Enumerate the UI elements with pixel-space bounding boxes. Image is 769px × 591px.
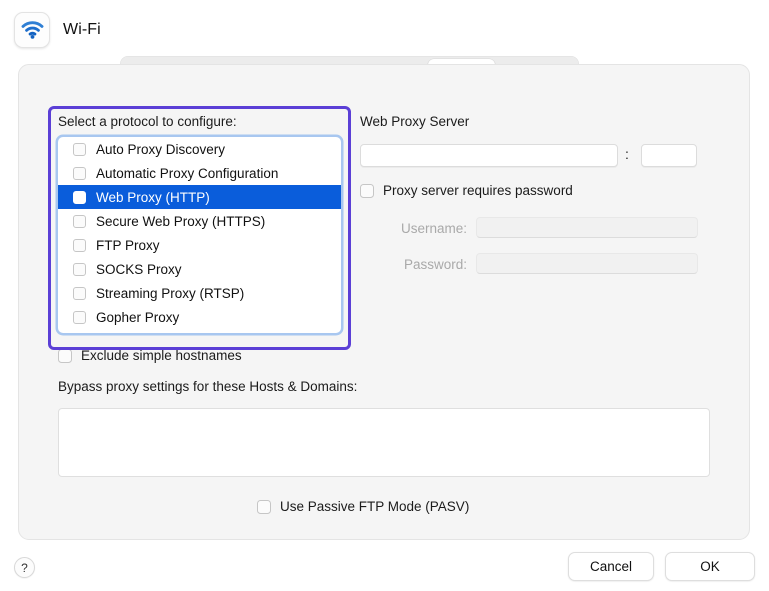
wifi-icon <box>14 12 50 48</box>
checkbox-streaming-proxy-rtsp[interactable] <box>73 287 86 300</box>
requires-password-label: Proxy server requires password <box>383 183 573 198</box>
list-item-label: Web Proxy (HTTP) <box>96 190 210 205</box>
bypass-textarea[interactable] <box>58 408 710 477</box>
cancel-button[interactable]: Cancel <box>568 552 654 581</box>
list-item-label: SOCKS Proxy <box>96 262 182 277</box>
bypass-label: Bypass proxy settings for these Hosts & … <box>58 379 357 394</box>
proxy-host-input[interactable] <box>360 144 618 167</box>
host-port-separator: : <box>625 146 629 162</box>
checkbox-passive-ftp-mode[interactable] <box>257 500 271 514</box>
list-item-label: FTP Proxy <box>96 238 160 253</box>
password-label: Password: <box>330 257 467 272</box>
list-item-label: Automatic Proxy Configuration <box>96 166 278 181</box>
protocol-list-label: Select a protocol to configure: <box>58 114 237 129</box>
list-item-label: Gopher Proxy <box>96 310 179 325</box>
proxies-settings-window: Wi-Fi Wi-Fi TCP/IP DNS WINS 802.1X Proxi… <box>0 0 769 591</box>
list-item[interactable]: Auto Proxy Discovery <box>58 137 341 161</box>
list-item[interactable]: SOCKS Proxy <box>58 257 341 281</box>
proxy-port-input[interactable] <box>641 144 697 167</box>
list-item-label: Auto Proxy Discovery <box>96 142 225 157</box>
help-button[interactable]: ? <box>14 557 35 578</box>
checkbox-gopher-proxy[interactable] <box>73 311 86 324</box>
list-item-label: Secure Web Proxy (HTTPS) <box>96 214 265 229</box>
passive-ftp-label: Use Passive FTP Mode (PASV) <box>280 499 469 514</box>
checkbox-auto-proxy-discovery[interactable] <box>73 143 86 156</box>
list-item[interactable]: Streaming Proxy (RTSP) <box>58 281 341 305</box>
list-item-selected[interactable]: Web Proxy (HTTP) <box>58 185 341 209</box>
exclude-simple-hostnames-row[interactable]: Exclude simple hostnames <box>58 348 242 363</box>
page-title: Wi-Fi <box>63 21 101 39</box>
list-item[interactable]: Gopher Proxy <box>58 305 341 329</box>
list-item-label: Streaming Proxy (RTSP) <box>96 286 244 301</box>
checkbox-ftp-proxy[interactable] <box>73 239 86 252</box>
exclude-simple-hostnames-label: Exclude simple hostnames <box>81 348 242 363</box>
protocol-list[interactable]: Auto Proxy Discovery Automatic Proxy Con… <box>58 137 341 333</box>
requires-password-row[interactable]: Proxy server requires password <box>360 183 573 198</box>
username-label: Username: <box>330 221 467 236</box>
checkbox-automatic-proxy-configuration[interactable] <box>73 167 86 180</box>
checkbox-socks-proxy[interactable] <box>73 263 86 276</box>
ok-button[interactable]: OK <box>665 552 755 581</box>
checkbox-secure-web-proxy-https[interactable] <box>73 215 86 228</box>
checkbox-web-proxy-http[interactable] <box>73 191 86 204</box>
window-header: Wi-Fi <box>14 12 101 48</box>
passive-ftp-row[interactable]: Use Passive FTP Mode (PASV) <box>257 499 469 514</box>
web-proxy-server-title: Web Proxy Server <box>360 114 469 129</box>
password-field[interactable] <box>476 253 698 274</box>
checkbox-requires-password[interactable] <box>360 184 374 198</box>
username-field[interactable] <box>476 217 698 238</box>
checkbox-exclude-simple-hostnames[interactable] <box>58 349 72 363</box>
list-item[interactable]: Secure Web Proxy (HTTPS) <box>58 209 341 233</box>
list-item[interactable]: Automatic Proxy Configuration <box>58 161 341 185</box>
list-item[interactable]: FTP Proxy <box>58 233 341 257</box>
